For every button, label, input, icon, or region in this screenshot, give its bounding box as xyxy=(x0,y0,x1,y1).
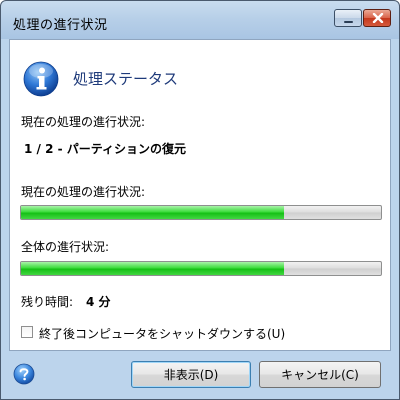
title-bar[interactable]: 処理の進行状況 xyxy=(1,1,399,39)
shutdown-checkbox[interactable] xyxy=(21,326,33,338)
current-progress-bar xyxy=(20,205,382,220)
overall-progress-label: 全体の進行状況: xyxy=(21,240,110,254)
minimize-button[interactable] xyxy=(334,9,362,27)
cancel-button[interactable]: キャンセル(C) xyxy=(259,361,381,388)
close-button[interactable] xyxy=(363,9,391,27)
current-progress-label: 現在の処理の進行状況: xyxy=(21,185,146,199)
dialog-content: 処理ステータス 現在の処理の進行状況: 1 / 2 - パーティションの復元 現… xyxy=(9,39,391,351)
minimize-icon xyxy=(344,21,353,23)
hide-button[interactable]: 非表示(D) xyxy=(131,361,251,388)
time-left-label: 残り時間: xyxy=(21,295,74,309)
dialog-footer: 非表示(D) キャンセル(C) xyxy=(1,351,399,399)
progress-dialog: 処理の進行状況 処理ステータス 現在の処理の進行状況: 1 / 2 - パーティ… xyxy=(0,0,400,400)
shutdown-checkbox-label[interactable]: 終了後コンピュータをシャットダウンする(U) xyxy=(39,325,285,342)
current-task-label: 現在の処理の進行状況: xyxy=(21,115,146,129)
current-progress-fill xyxy=(21,206,284,219)
status-title: 処理ステータス xyxy=(73,70,179,88)
window-title: 処理の進行状況 xyxy=(13,18,108,33)
overall-progress-fill xyxy=(21,262,284,275)
help-icon[interactable] xyxy=(13,363,35,385)
close-icon xyxy=(372,13,384,23)
overall-progress-bar xyxy=(20,261,382,276)
info-icon xyxy=(23,61,59,97)
current-task-value: 1 / 2 - パーティションの復元 xyxy=(24,142,187,156)
time-left-value: 4 分 xyxy=(86,295,111,309)
